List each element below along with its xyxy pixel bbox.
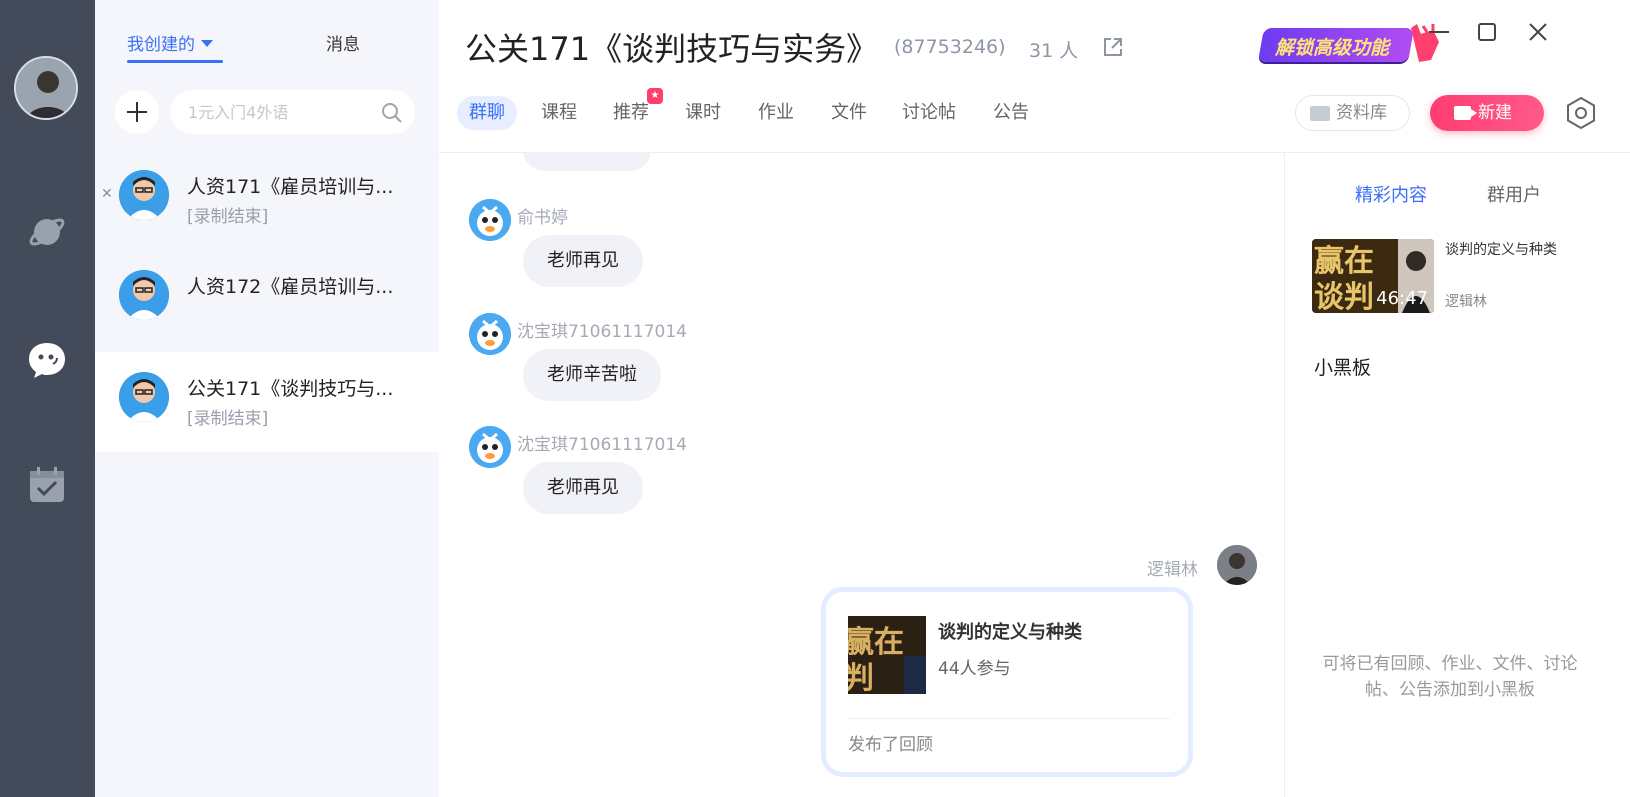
library-label: 资料库: [1336, 103, 1387, 123]
tab-announcements[interactable]: 公告: [993, 96, 1029, 130]
sender-name: 逻辑林: [1147, 560, 1198, 580]
sender-name: 沈宝琪71061117014: [517, 435, 687, 455]
tab-group-users[interactable]: 群用户: [1487, 181, 1541, 207]
sender-name: 沈宝琪71061117014: [517, 322, 687, 342]
external-link-icon[interactable]: [1102, 36, 1124, 62]
card-thumbnail: 赢在判: [848, 616, 926, 694]
tab-discussions[interactable]: 讨论帖: [902, 96, 956, 130]
session-item[interactable]: ✕ 人资171《雇员培训与... [录制结束]: [95, 150, 439, 250]
star-badge-icon: ★: [647, 88, 663, 104]
session-name: 公关171《谈判技巧与...: [187, 378, 394, 400]
session-list: 我创建的 消息 ✕ 人资171《雇员培训与... [录制结束]: [95, 0, 439, 797]
user-avatar[interactable]: [14, 56, 78, 120]
close-icon[interactable]: ✕: [101, 186, 113, 202]
tab-lessons[interactable]: 课时: [685, 96, 721, 130]
chat-area[interactable]: 俞书婷 老师再见 沈宝琪71061117014 老师辛苦啦 沈宝琪7106111…: [439, 153, 1284, 797]
message-bubble: 老师辛苦啦: [523, 349, 661, 401]
video-camera-icon: [1454, 106, 1477, 120]
new-label: 新建: [1478, 103, 1512, 123]
svg-text:赢在: 赢在: [848, 625, 904, 660]
card-footer: 发布了回顾: [848, 735, 933, 755]
tab-files[interactable]: 文件: [831, 96, 867, 130]
blackboard-hint: 可将已有回顾、作业、文件、讨论帖、公告添加到小黑板: [1322, 654, 1578, 700]
session-status: [录制结束]: [187, 409, 269, 429]
search-box: [170, 90, 415, 134]
search-input[interactable]: [188, 90, 378, 134]
unlock-label: 解锁高级功能: [1275, 37, 1390, 59]
new-button[interactable]: 新建: [1430, 95, 1544, 131]
bot-avatar: [469, 426, 511, 468]
tab-group-chat[interactable]: 群聊: [457, 96, 517, 130]
message-bubble: [523, 153, 651, 171]
message-bubble: 老师再见: [523, 462, 643, 514]
video-title[interactable]: 谈判的定义与种类: [1445, 239, 1557, 259]
bot-avatar: [469, 199, 511, 241]
session-item[interactable]: 人资172《雇员培训与...: [95, 250, 439, 350]
tab-homework[interactable]: 作业: [758, 96, 794, 130]
session-name: 人资172《雇员培训与...: [187, 276, 394, 298]
avatar: [119, 372, 169, 422]
svg-text:赢在: 赢在: [1314, 244, 1374, 279]
card-title: 谈判的定义与种类: [938, 622, 1082, 643]
maximize-icon[interactable]: [1475, 20, 1499, 48]
settings-hexagon-icon[interactable]: [1565, 96, 1597, 134]
session-name: 人资171《雇员培训与...: [187, 176, 394, 198]
session-status: [录制结束]: [187, 207, 269, 227]
minimize-icon[interactable]: [1427, 20, 1451, 48]
avatar: [1217, 545, 1257, 585]
svg-text:谈判: 谈判: [1314, 280, 1374, 313]
tab-featured[interactable]: 精彩内容: [1355, 181, 1427, 207]
library-button[interactable]: 资料库: [1295, 95, 1410, 131]
page-title: 公关171《谈判技巧与实务》: [465, 30, 879, 68]
tab-courses[interactable]: 课程: [541, 96, 577, 130]
planet-icon[interactable]: [27, 212, 67, 252]
video-duration: 46:47: [1376, 288, 1428, 309]
card-participants: 44人参与: [938, 659, 1011, 679]
session-item[interactable]: 公关171《谈判技巧与... [录制结束]: [95, 352, 439, 452]
tab-recommend[interactable]: 推荐 ★: [613, 88, 663, 130]
chat-bubble-icon[interactable]: [27, 340, 67, 380]
sender-name: 俞书婷: [517, 208, 568, 228]
replay-card[interactable]: 赢在判 谈判的定义与种类 44人参与 发布了回顾: [821, 587, 1193, 777]
search-icon[interactable]: [381, 102, 403, 128]
member-count[interactable]: 31 人: [1029, 36, 1078, 63]
unlock-premium-button[interactable]: 解锁高级功能: [1258, 22, 1445, 66]
bot-avatar: [469, 313, 511, 355]
tab-my-created-label: 我创建的: [127, 35, 195, 55]
plus-icon: [127, 102, 147, 122]
avatar: [119, 270, 169, 320]
chevron-down-icon: [201, 40, 213, 47]
calendar-check-icon[interactable]: [27, 465, 67, 505]
right-panel: 精彩内容 群用户 赢在 谈判 46:47 谈判的定义与种类 逻辑林 小黑板 可将已…: [1285, 153, 1630, 797]
svg-text:判: 判: [848, 661, 874, 694]
video-author: 逻辑林: [1445, 294, 1487, 310]
add-button[interactable]: [115, 90, 159, 134]
blackboard-title: 小黑板: [1314, 357, 1372, 379]
close-icon[interactable]: [1526, 20, 1550, 48]
avatar: [119, 170, 169, 220]
tab-my-created[interactable]: 我创建的: [127, 30, 223, 63]
message-bubble: 老师再见: [523, 235, 643, 287]
tab-messages[interactable]: 消息: [326, 30, 360, 55]
folder-icon: [1310, 106, 1330, 121]
main-panel: 公关171《谈判技巧与实务》 (87753246) 31 人 解锁高级功能 群聊…: [439, 0, 1630, 797]
video-thumbnail[interactable]: 赢在 谈判 46:47: [1312, 239, 1434, 313]
left-rail: [0, 0, 95, 797]
group-id: (87753246): [894, 36, 1006, 58]
